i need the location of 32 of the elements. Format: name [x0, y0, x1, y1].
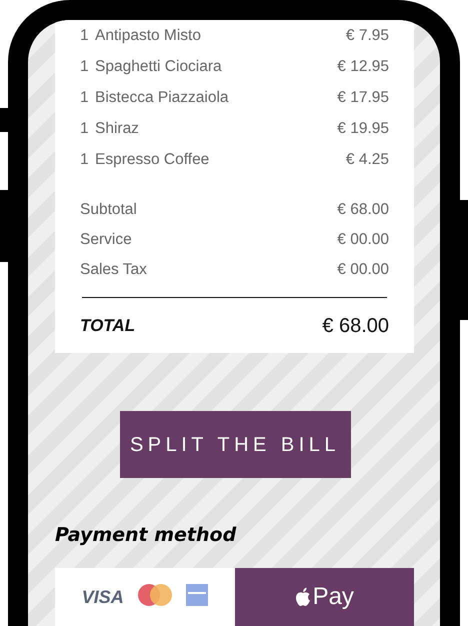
item-name: Spaghetti Ciociara	[95, 56, 222, 77]
mastercard-icon	[138, 584, 172, 606]
item-price: € 12.95	[337, 56, 389, 77]
item-name: Espresso Coffee	[95, 150, 210, 170]
item-quantity: 1	[80, 56, 90, 77]
item-name: Bistecca Piazzaiola	[95, 88, 229, 108]
item-quantity: 1	[80, 150, 90, 170]
card-icon	[186, 584, 208, 606]
card-payment-option[interactable]: VISA	[55, 568, 234, 626]
total-amount: € 68.00	[322, 314, 389, 338]
apple-icon	[294, 586, 311, 607]
summary-amount: € 00.00	[337, 230, 389, 250]
summary-label: Service	[80, 230, 132, 250]
summary-amount: € 68.00	[337, 200, 389, 220]
split-bill-button[interactable]: SPLIT THE BILL	[120, 411, 350, 478]
pay-label: Pay	[312, 584, 354, 610]
total-label: TOTAL	[80, 314, 136, 337]
visa-logo: VISA	[82, 586, 124, 608]
item-price: € 4.25	[346, 150, 389, 170]
apple-pay-option[interactable]: Pay	[234, 568, 414, 626]
summary-label: Subtotal	[80, 200, 137, 220]
item-price: € 7.95	[346, 26, 389, 46]
item-price: € 17.95	[337, 88, 389, 108]
item-name: Shiraz	[95, 118, 139, 139]
summary-amount: € 00.00	[337, 260, 389, 280]
item-price: € 19.95	[337, 118, 389, 139]
payment-method-heading: Payment method	[55, 523, 238, 548]
item-quantity: 1	[80, 26, 90, 46]
item-name: Antipasto Misto	[95, 26, 201, 46]
item-quantity: 1	[80, 118, 90, 139]
item-quantity: 1	[80, 88, 90, 108]
summary-label: Sales Tax	[80, 260, 147, 280]
